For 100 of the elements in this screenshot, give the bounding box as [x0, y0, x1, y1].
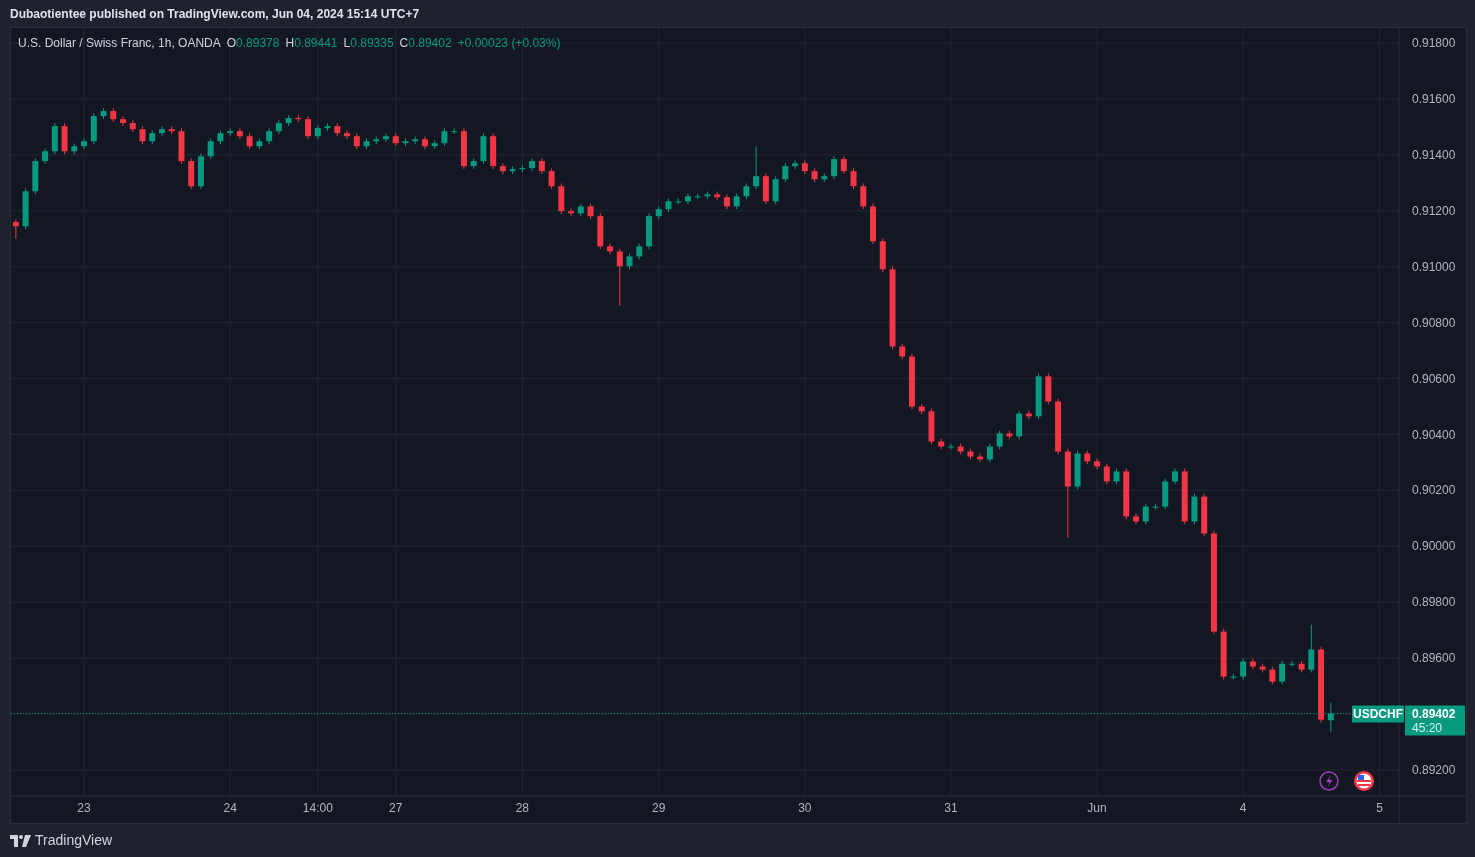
- candle: [363, 137, 370, 150]
- candle: [236, 127, 243, 140]
- candle: [1308, 624, 1315, 673]
- candle: [607, 243, 614, 255]
- candle: [1181, 468, 1188, 525]
- candle: [587, 203, 594, 220]
- time-axis-label: 23: [77, 801, 91, 815]
- candle: [1279, 660, 1286, 685]
- price-axis-label: 0.90800: [1412, 315, 1456, 330]
- candle: [1152, 503, 1159, 510]
- candle: [753, 146, 760, 190]
- candle: [197, 153, 204, 190]
- candle: [947, 443, 954, 450]
- candle: [743, 182, 750, 200]
- candle: [899, 343, 906, 360]
- candle: [840, 155, 847, 175]
- candle: [909, 353, 915, 410]
- candle: [1025, 410, 1032, 420]
- time-axis-label: 28: [515, 801, 530, 815]
- candle: [519, 164, 526, 173]
- candle: [12, 218, 19, 240]
- candle: [100, 107, 107, 120]
- candle: [460, 127, 467, 170]
- candle: [928, 408, 935, 445]
- candle: [714, 191, 721, 201]
- candle: [1142, 503, 1149, 525]
- candle: [32, 157, 39, 195]
- candle: [918, 403, 925, 415]
- symbol-title: U.S. Dollar / Swiss Franc, 1h, OANDA: [18, 35, 221, 52]
- candle: [266, 127, 273, 145]
- candle: [646, 212, 652, 250]
- candle: [967, 448, 974, 460]
- candle: [227, 127, 234, 137]
- candle: [597, 212, 604, 250]
- candle: [1298, 660, 1305, 673]
- candle: [860, 182, 867, 210]
- candle: [120, 115, 126, 127]
- candle: [1074, 450, 1081, 490]
- ref-line-label: 0.89402: [1412, 706, 1456, 721]
- candle: [977, 453, 984, 463]
- candle: [684, 193, 691, 205]
- candle: [431, 139, 438, 150]
- time-axis-label: 29: [652, 801, 666, 815]
- candle: [1084, 450, 1091, 465]
- candle: [324, 122, 331, 132]
- candle: [1162, 478, 1169, 510]
- candle: [1123, 468, 1130, 520]
- price-axis-label: 0.89600: [1412, 651, 1456, 666]
- candle: [246, 132, 253, 150]
- candle: [792, 160, 799, 170]
- candle: [421, 136, 428, 150]
- time-axis-label: 5: [1376, 801, 1383, 815]
- candle: [1006, 430, 1013, 440]
- candle: [996, 430, 1003, 450]
- symbol-price-tag: USDCHF: [1352, 705, 1404, 723]
- time-axis-label: 30: [798, 801, 812, 815]
- candle: [723, 193, 730, 210]
- last-price-tag: 0.89402 45:20: [1405, 705, 1465, 736]
- ohlc-value: 0.89378: [236, 35, 280, 52]
- candle: [1220, 628, 1227, 680]
- candle: [314, 124, 321, 140]
- candle: [1249, 658, 1256, 670]
- candle: [821, 172, 828, 183]
- lightning-icon[interactable]: [1319, 771, 1339, 791]
- price-axis-label: 0.90200: [1412, 483, 1456, 498]
- candle: [1113, 468, 1120, 485]
- price-axis-label: 0.90400: [1412, 427, 1456, 442]
- candle: [129, 119, 136, 133]
- ohlc-label: C: [399, 35, 409, 52]
- price-axis-label: 0.91200: [1412, 203, 1456, 218]
- candle: [178, 127, 185, 165]
- candle: [704, 191, 711, 200]
- candle: [42, 148, 49, 165]
- candle: [51, 122, 58, 155]
- ohlc-value: 0.89402: [408, 35, 452, 52]
- candle: [733, 193, 740, 210]
- candle: [568, 207, 575, 217]
- candle: [110, 107, 117, 123]
- candle: [772, 175, 779, 205]
- candle: [71, 142, 78, 155]
- candle: [392, 132, 399, 147]
- candle: [548, 167, 555, 190]
- tradingview-logo-icon: [10, 834, 31, 847]
- candle: [441, 127, 448, 147]
- candle: [636, 243, 643, 260]
- candle: [334, 122, 341, 137]
- candle: [499, 162, 506, 175]
- flag-icon[interactable]: [1354, 771, 1374, 791]
- candle: [1055, 398, 1062, 455]
- candle: [538, 157, 545, 175]
- price-axis-label: 0.91400: [1412, 147, 1456, 162]
- candle: [1103, 463, 1110, 485]
- candle: [139, 125, 146, 145]
- time-axis-label: 31: [944, 801, 958, 815]
- candle: [616, 248, 623, 307]
- candle: [168, 125, 175, 135]
- ohlc-label: H: [285, 35, 295, 52]
- candle: [558, 182, 565, 215]
- price-axis-label: 0.91800: [1412, 36, 1456, 51]
- candle: [957, 443, 964, 455]
